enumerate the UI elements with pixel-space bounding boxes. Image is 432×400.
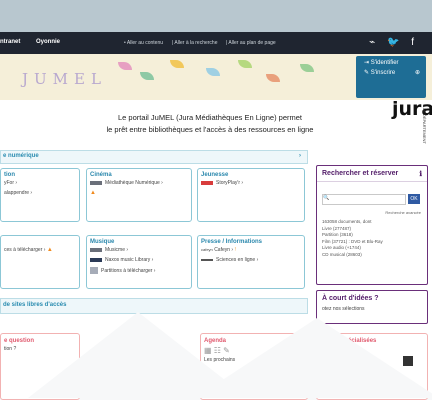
advanced-search-link[interactable]: Recherche avancée <box>385 210 421 215</box>
account-panel: ⇥ S'identifier ✎ S'inscrire ⊕ <box>356 56 426 98</box>
jura-subtitle: LE DÉPARTEMENT <box>422 108 427 144</box>
musicme-logo-icon <box>90 247 102 252</box>
cafeyn-logo-icon: cafeyn <box>201 247 213 252</box>
naxos-logo-icon <box>90 257 102 262</box>
facebook-icon[interactable]: f <box>411 37 414 48</box>
intro-line-1: Le portail JuMEL (Jura Médiathèques En L… <box>118 113 302 122</box>
box-presse: Presse / Informations cafeyn Cafeyn › ! … <box>197 235 305 289</box>
decor-leaf <box>170 60 184 68</box>
intro-line-2: le prêt entre bibliothèques et l'accès à… <box>106 125 314 134</box>
skip-link-search[interactable]: | Aller à la recherche <box>172 40 218 46</box>
warning-icon: ▲ <box>46 247 53 253</box>
pencil-icon: ✎ <box>364 70 370 76</box>
top-band <box>0 0 432 32</box>
info-icon[interactable]: ℹ <box>419 170 422 178</box>
login-icon: ⇥ <box>364 60 370 66</box>
collection-stats: 163058 documents, dont Livre (277487) Pa… <box>322 219 383 257</box>
jumel-logo[interactable]: JUMEL <box>22 70 107 88</box>
search-panel: Rechercher et réserver ℹ 🔍 OK Recherche a… <box>316 165 428 285</box>
link-storyplayr[interactable]: StoryPlay'r › <box>198 178 304 188</box>
decor-leaf <box>266 74 280 82</box>
nav-link-intranet[interactable]: ntranet <box>0 39 20 45</box>
section-header-numerique[interactable]: e numérique › <box>0 150 308 164</box>
search-input[interactable]: 🔍 <box>322 194 406 205</box>
link-musicme[interactable]: Musicme › <box>87 245 191 255</box>
box-autres: ces à télécharger › ▲ <box>0 235 80 289</box>
rss-icon[interactable]: ⌁ <box>369 37 375 48</box>
register-link[interactable]: ✎ S'inscrire ⊕ <box>356 66 426 76</box>
decor-leaf <box>206 68 220 76</box>
nav-link-oyonnie[interactable]: Oyonnie <box>36 39 60 45</box>
ideas-title: À court d'idées ? <box>322 295 379 302</box>
sciences-logo-icon <box>201 258 213 261</box>
link-toutapprendre[interactable]: yFor › <box>1 178 79 188</box>
info-icon: ! <box>234 247 236 253</box>
link-partitions[interactable]: Partitions à télécharger › <box>87 265 191 276</box>
link-cafeyn[interactable]: cafeyn Cafeyn › ! <box>198 245 304 255</box>
decor-leaf <box>140 72 154 80</box>
box-formation: tion yFor › alappendre › <box>0 168 80 222</box>
login-link[interactable]: ⇥ S'identifier <box>356 56 426 66</box>
search-icon: 🔍 <box>323 195 330 201</box>
ideas-subtitle: otez nos sélections <box>322 306 365 312</box>
link-sciences[interactable]: Sciences en ligne › <box>198 255 304 265</box>
search-ok-button[interactable]: OK <box>408 194 420 204</box>
decor-leaf <box>300 64 314 72</box>
mediatheque-logo-icon <box>90 180 102 185</box>
link-skilleos[interactable]: alappendre › <box>1 188 79 198</box>
warning-icon: ▲ <box>90 190 96 196</box>
link-naxos[interactable]: Naxos music Library › <box>87 255 191 265</box>
box-musique: Musique Musicme › Naxos music Library › … <box>86 235 192 289</box>
skip-link-content[interactable]: • Aller au contenu <box>124 40 163 46</box>
link-mediatheque-numerique[interactable]: Médiathèque Numérique › <box>87 178 191 188</box>
chevron-right-icon: › <box>299 153 301 159</box>
link-ressources-telecharger[interactable]: ces à télécharger › ▲ <box>1 239 79 255</box>
skip-link-sitemap[interactable]: | Aller au plan de page <box>226 40 276 46</box>
intro-text: Le portail JuMEL (Jura Médiathèques En L… <box>85 112 335 136</box>
twitter-icon[interactable]: 🐦 <box>387 37 399 48</box>
decor-shape <box>195 318 432 398</box>
storyplayr-logo-icon <box>201 180 213 185</box>
sheet-music-icon <box>90 267 98 274</box>
decor-leaf <box>118 62 132 70</box>
search-title: Rechercher et réserver <box>322 170 399 177</box>
decor-leaf <box>238 60 252 68</box>
box-jeunesse: Jeunesse StoryPlay'r › <box>197 168 305 222</box>
top-navbar: ntranet Oyonnie • Aller au contenu | All… <box>0 32 432 54</box>
plus-circle-icon: ⊕ <box>414 70 420 76</box>
box-cinema: Cinéma Médiathèque Numérique › ▲ <box>86 168 192 222</box>
